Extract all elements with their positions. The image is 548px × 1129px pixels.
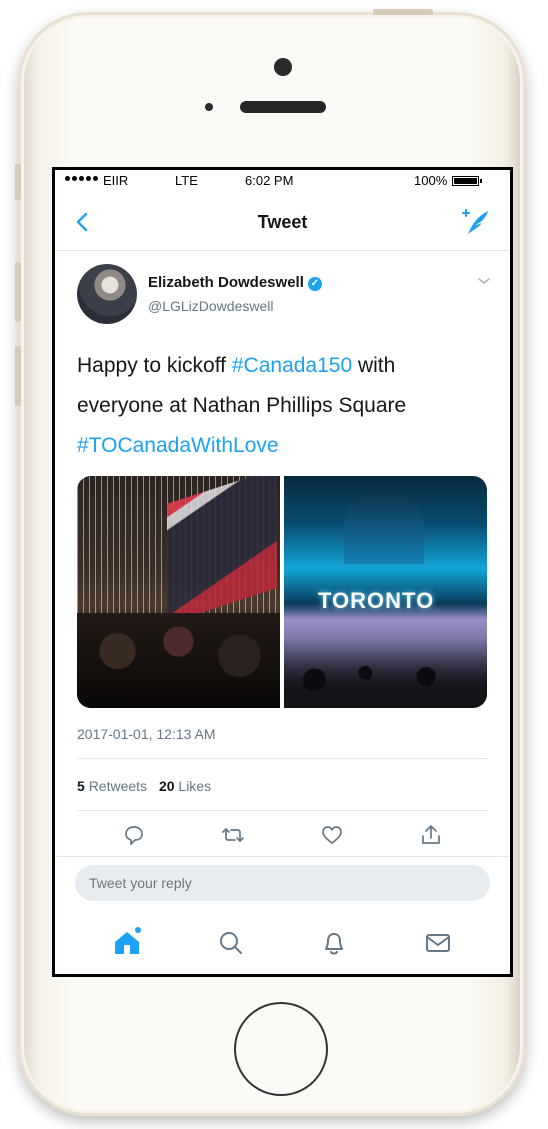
hashtag-link[interactable]: #TOCanadaWithLove [77, 434, 279, 457]
bottom-tab-bar [55, 912, 510, 974]
tweet-timestamp: 2017-01-01, 12:13 AM [77, 726, 216, 742]
tweet-detail-view: EIIR LTE 6:02 PM 100% Tweet Elizabeth Do… [55, 170, 510, 974]
messages-icon [426, 934, 451, 952]
front-camera [274, 58, 292, 76]
tweet-photo-stage-crowd[interactable] [77, 476, 280, 708]
likes-label: Likes [178, 778, 212, 794]
compose-tweet-icon [462, 209, 488, 234]
phone-screen: EIIR LTE 6:02 PM 100% Tweet Elizabeth Do… [52, 167, 513, 977]
carrier-name: EIIR [103, 173, 129, 188]
share-button[interactable] [418, 822, 444, 848]
status-bar: EIIR LTE 6:02 PM 100% [55, 170, 510, 194]
divider [77, 810, 488, 811]
power-button [373, 9, 433, 15]
status-time: 6:02 PM [245, 173, 294, 188]
author-name-text: Elizabeth Dowdeswell [148, 274, 304, 291]
proximity-sensor [205, 103, 213, 111]
notifications-icon [325, 933, 344, 955]
tweet-options-button[interactable] [476, 274, 492, 286]
tweet-photo-toronto-sign[interactable]: TORONTO [284, 476, 487, 708]
tweet-stats: 5 Retweets 20 Likes [77, 778, 219, 794]
top-nav-bar: Tweet [55, 194, 510, 251]
volume-down-button [15, 346, 21, 406]
battery-percent: 100% [414, 173, 448, 188]
likes-stat[interactable]: 20 Likes [159, 778, 211, 794]
tweet-text: Happy to kickoff #Canada150 with everyon… [77, 346, 487, 466]
network-type: LTE [175, 173, 198, 188]
earpiece-speaker [240, 101, 326, 113]
retweets-label: Retweets [88, 778, 148, 794]
toronto-sign-text: TORONTO [318, 588, 435, 613]
tweet-media: TORONTO [77, 476, 487, 708]
like-button[interactable] [319, 822, 345, 848]
tab-messages[interactable] [422, 927, 454, 959]
tab-notifications[interactable] [318, 927, 350, 959]
reply-bar [55, 856, 510, 907]
tweet-text-part: Happy to kickoff [77, 354, 232, 377]
likes-count: 20 [158, 778, 175, 794]
reply-icon [125, 826, 144, 845]
author-handle[interactable]: @LGLizDowdeswell [148, 298, 273, 314]
battery-icon [452, 176, 482, 186]
volume-up-button [15, 262, 21, 322]
page-title: Tweet [257, 212, 308, 232]
hashtag-link[interactable]: #Canada150 [232, 354, 352, 377]
mute-switch [15, 164, 21, 200]
chevron-down-icon [478, 278, 490, 285]
retweets-count: 5 [77, 778, 85, 794]
reply-button[interactable] [121, 822, 147, 848]
compose-tweet-button[interactable] [460, 208, 490, 236]
reply-input[interactable] [75, 865, 490, 901]
divider [77, 758, 488, 759]
home-button[interactable] [234, 1002, 328, 1096]
tab-home[interactable] [111, 927, 143, 959]
signal-strength-icon [65, 176, 98, 181]
retweet-button[interactable] [220, 822, 246, 848]
author-avatar[interactable] [77, 264, 137, 324]
verified-badge-icon: ✓ [307, 277, 322, 291]
retweets-stat[interactable]: 5 Retweets [77, 778, 147, 794]
author-name[interactable]: Elizabeth Dowdeswell ✓ [148, 274, 322, 291]
tweet-actions [55, 822, 510, 858]
new-activity-indicator [134, 927, 141, 933]
like-icon [322, 826, 342, 844]
retweet-icon [222, 827, 244, 843]
search-icon [219, 932, 242, 954]
tab-search[interactable] [215, 927, 247, 959]
share-icon [421, 825, 440, 844]
